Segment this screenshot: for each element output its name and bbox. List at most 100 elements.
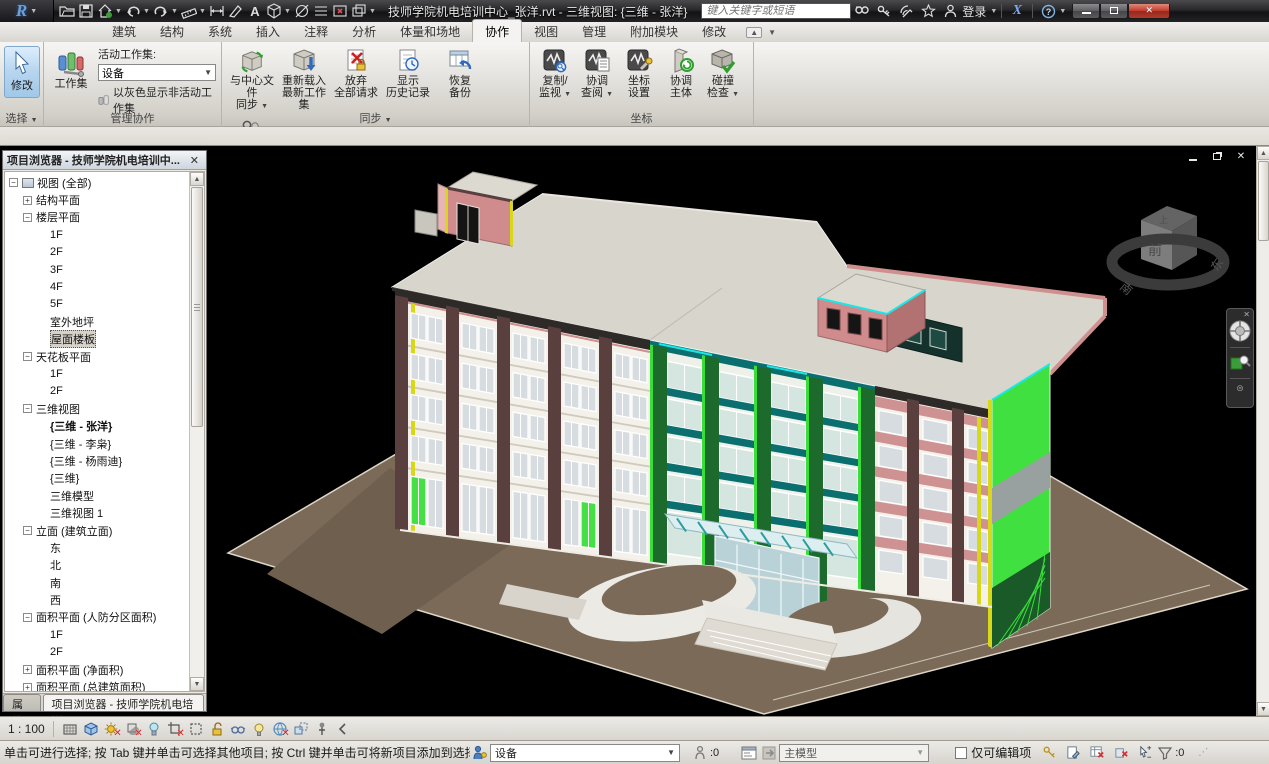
tree-item-三维-杨雨迪[interactable]: {三维 - 杨雨迪} [5, 452, 189, 469]
displace-elements-icon[interactable] [292, 719, 311, 738]
project-browser-tab[interactable]: 项目浏览器 - 技师学院机电培训... [43, 694, 205, 711]
dropdown-arrow-icon[interactable]: ▼ [171, 8, 178, 15]
tree-item-面积平面人防分区面积[interactable]: −面积平面 (人防分区面积) [5, 609, 189, 626]
ribbon-tab-协作[interactable]: 协作 [472, 19, 522, 42]
tree-item-面积平面总建筑面积[interactable]: +面积平面 (总建筑面积) [5, 678, 189, 692]
close-button[interactable]: ✕ [1128, 4, 1170, 19]
tree-item-三维-张洋[interactable]: {三维 - 张洋} [5, 417, 189, 434]
tree-collapse-icon[interactable]: − [23, 404, 32, 413]
tree-item-屋面楼板[interactable]: 屋面楼板 [5, 331, 189, 348]
tree-item-2F[interactable]: 2F [5, 383, 189, 400]
ribbon-tab-建筑[interactable]: 建筑 [100, 20, 148, 42]
tree-item-1F[interactable]: 1F [5, 226, 189, 243]
detail-level-icon[interactable] [61, 719, 80, 738]
status-workset-combo[interactable]: 设备▼ [490, 744, 680, 762]
dropdown-arrow-icon[interactable]: ▼ [115, 8, 122, 15]
maximize-button[interactable] [1100, 4, 1128, 19]
zoom-tool-icon[interactable] [1229, 352, 1251, 374]
tree-item-视图全部[interactable]: −视图 (全部) [5, 174, 189, 191]
close-window-icon[interactable] [331, 3, 348, 20]
navbar-close-icon[interactable]: ✕ [1243, 311, 1250, 319]
sun-path-icon[interactable]: ✕ [103, 719, 122, 738]
search-icon[interactable] [852, 2, 872, 20]
tree-item-1F[interactable]: 1F [5, 365, 189, 382]
view-minimize-button[interactable] [1185, 150, 1201, 163]
tree-item-结构平面[interactable]: +结构平面 [5, 191, 189, 208]
scrollbar-thumb[interactable] [191, 187, 203, 427]
pin-icon[interactable] [313, 719, 332, 738]
photometric-lights-icon[interactable] [145, 719, 164, 738]
visual-style-icon[interactable] [82, 719, 101, 738]
cube-3d-icon[interactable] [265, 3, 282, 20]
select-arrows-icon[interactable] [1135, 744, 1155, 762]
tree-item-三维-李枭[interactable]: {三维 - 李枭} [5, 435, 189, 452]
tree-item-三维视图[interactable]: −三维视图 [5, 400, 189, 417]
active-workset-combo[interactable]: 设备▼ [98, 64, 216, 81]
tree-item-1F[interactable]: 1F [5, 626, 189, 643]
ribbon-tab-体量和场地[interactable]: 体量和场地 [388, 20, 472, 42]
coordinate-coordination-review-button[interactable]: 协调查阅 ▼ [576, 45, 618, 111]
drawing-area[interactable]: 前上南东 ✕ ✕ ⊜ ▲ ▼ [0, 146, 1269, 716]
browser-scrollbar[interactable]: ▲ ▼ [189, 172, 204, 691]
tree-expand-icon[interactable]: + [23, 196, 32, 205]
ribbon-tab-系统[interactable]: 系统 [196, 20, 244, 42]
ribbon-tab-管理[interactable]: 管理 [570, 20, 618, 42]
tree-item-东[interactable]: 东 [5, 539, 189, 556]
text-a-icon[interactable]: A [246, 3, 263, 20]
coordinate-reconcile-hosting-button[interactable]: 协调主体 [660, 45, 702, 111]
worksets-button[interactable]: 工作集 [48, 45, 94, 109]
sync-history-button[interactable]: 显示历史记录 [382, 45, 434, 111]
tree-collapse-icon[interactable]: − [23, 613, 32, 622]
filter-icon[interactable] [1155, 744, 1175, 762]
properties-tab[interactable]: 属性 [3, 694, 41, 711]
tree-collapse-icon[interactable]: − [9, 178, 18, 187]
keys-icon[interactable] [1039, 744, 1059, 762]
undo-icon[interactable] [124, 3, 141, 20]
tree-item-天花板平面[interactable]: −天花板平面 [5, 348, 189, 365]
ribbon-tab-插入[interactable]: 插入 [244, 20, 292, 42]
ribbon-tab-视图[interactable]: 视图 [522, 20, 570, 42]
favorites-star-icon[interactable] [918, 2, 938, 20]
design-options-dialog-icon[interactable] [739, 744, 759, 762]
thin-lines-icon[interactable] [312, 3, 329, 20]
dropdown-arrow-icon[interactable]: ▼ [284, 8, 291, 15]
search-input[interactable] [701, 3, 851, 19]
application-menu-button[interactable]: R ▼ [0, 0, 54, 22]
reveal-hidden-icon[interactable] [250, 719, 269, 738]
coordinate-coordination-settings-button[interactable]: 坐标设置 [618, 45, 660, 111]
checkbox-icon[interactable] [955, 747, 967, 759]
redo-icon[interactable] [152, 3, 169, 20]
tree-item-2F[interactable]: 2F [5, 244, 189, 261]
tree-item-3F[interactable]: 3F [5, 261, 189, 278]
collapse-icon[interactable] [334, 719, 353, 738]
tree-item-三维模型[interactable]: 三维模型 [5, 487, 189, 504]
tree-item-三维视图1[interactable]: 三维视图 1 [5, 504, 189, 521]
tree-item-北[interactable]: 北 [5, 557, 189, 574]
coordinate-interference-check-button[interactable]: 碰撞检查 ▼ [702, 45, 744, 111]
synchronize-panel-label[interactable]: 同步 ▼ [222, 110, 529, 126]
dimension-icon[interactable] [208, 3, 225, 20]
worksharing-display-icon[interactable]: ✕ [271, 719, 290, 738]
communication-center-icon[interactable] [896, 2, 916, 20]
sync-restore-backup-button[interactable]: 恢复备份 [434, 45, 486, 111]
tree-item-西[interactable]: 西 [5, 591, 189, 608]
tree-expand-icon[interactable]: + [23, 683, 32, 692]
sync-sync-central-button[interactable]: 与中心文件同步 ▼ [226, 47, 278, 113]
sign-in-person-icon[interactable] [940, 2, 960, 20]
unlocked-view-icon[interactable] [208, 719, 227, 738]
tree-item-楼层平面[interactable]: −楼层平面 [5, 209, 189, 226]
help-icon[interactable]: ? [1038, 2, 1058, 20]
tree-item-三维[interactable]: {三维} [5, 470, 189, 487]
project-browser-close-icon[interactable]: ✕ [187, 154, 202, 167]
tree-item-南[interactable]: 南 [5, 574, 189, 591]
modify-button[interactable]: 修改 [4, 46, 40, 98]
ribbon-tab-附加模块[interactable]: 附加模块 [618, 20, 690, 42]
tree-collapse-icon[interactable]: − [23, 526, 32, 535]
minimize-ribbon-button[interactable]: ▲▼ [746, 27, 779, 42]
tag-icon[interactable] [227, 3, 244, 20]
steering-wheel-icon[interactable] [1228, 319, 1252, 343]
dropdown-arrow-icon[interactable]: ▼ [143, 8, 150, 15]
scroll-up-icon[interactable]: ▲ [1257, 146, 1269, 160]
section-icon[interactable] [293, 3, 310, 20]
measure-icon[interactable] [180, 3, 197, 20]
